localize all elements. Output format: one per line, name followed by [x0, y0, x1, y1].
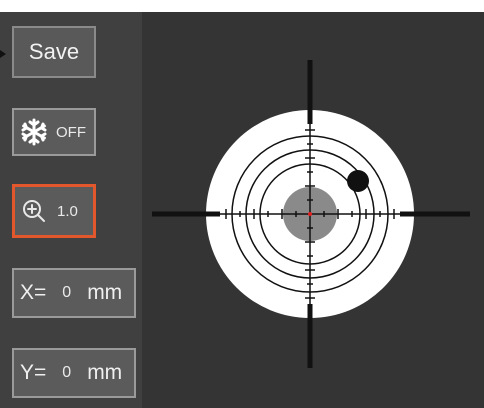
y-offset-value: 0 [62, 364, 72, 381]
target-view-svg [152, 60, 470, 368]
bullet-hole [347, 170, 369, 192]
save-button[interactable]: Save [12, 26, 96, 78]
zoom-button[interactable]: 1.0 [12, 184, 96, 238]
zoom-in-icon [21, 198, 47, 224]
left-control-panel: Save OFF 1.0 X= 0 mm Y= 0 mm [0, 12, 142, 408]
camera-view[interactable] [142, 12, 484, 408]
pointer-marker [0, 50, 6, 58]
x-offset-value: 0 [62, 284, 72, 301]
save-button-label: Save [28, 39, 80, 64]
zoom-level-value: 1.0 [57, 202, 78, 220]
camera-app: Save OFF 1.0 X= 0 mm Y= 0 mm [0, 12, 484, 408]
snowflake-icon [20, 118, 48, 146]
x-offset-unit: mm [87, 281, 123, 304]
y-offset-label: Y= [20, 361, 47, 384]
x-offset-label: X= [20, 281, 47, 304]
x-offset-field[interactable]: X= 0 mm [12, 268, 136, 318]
y-offset-unit: mm [87, 361, 123, 384]
y-offset-field[interactable]: Y= 0 mm [12, 348, 136, 398]
crosshair-reticle [152, 60, 470, 368]
reticle-center-dot [308, 212, 312, 216]
freeze-toggle-button[interactable]: OFF [12, 108, 96, 156]
freeze-state-label: OFF [56, 123, 86, 141]
